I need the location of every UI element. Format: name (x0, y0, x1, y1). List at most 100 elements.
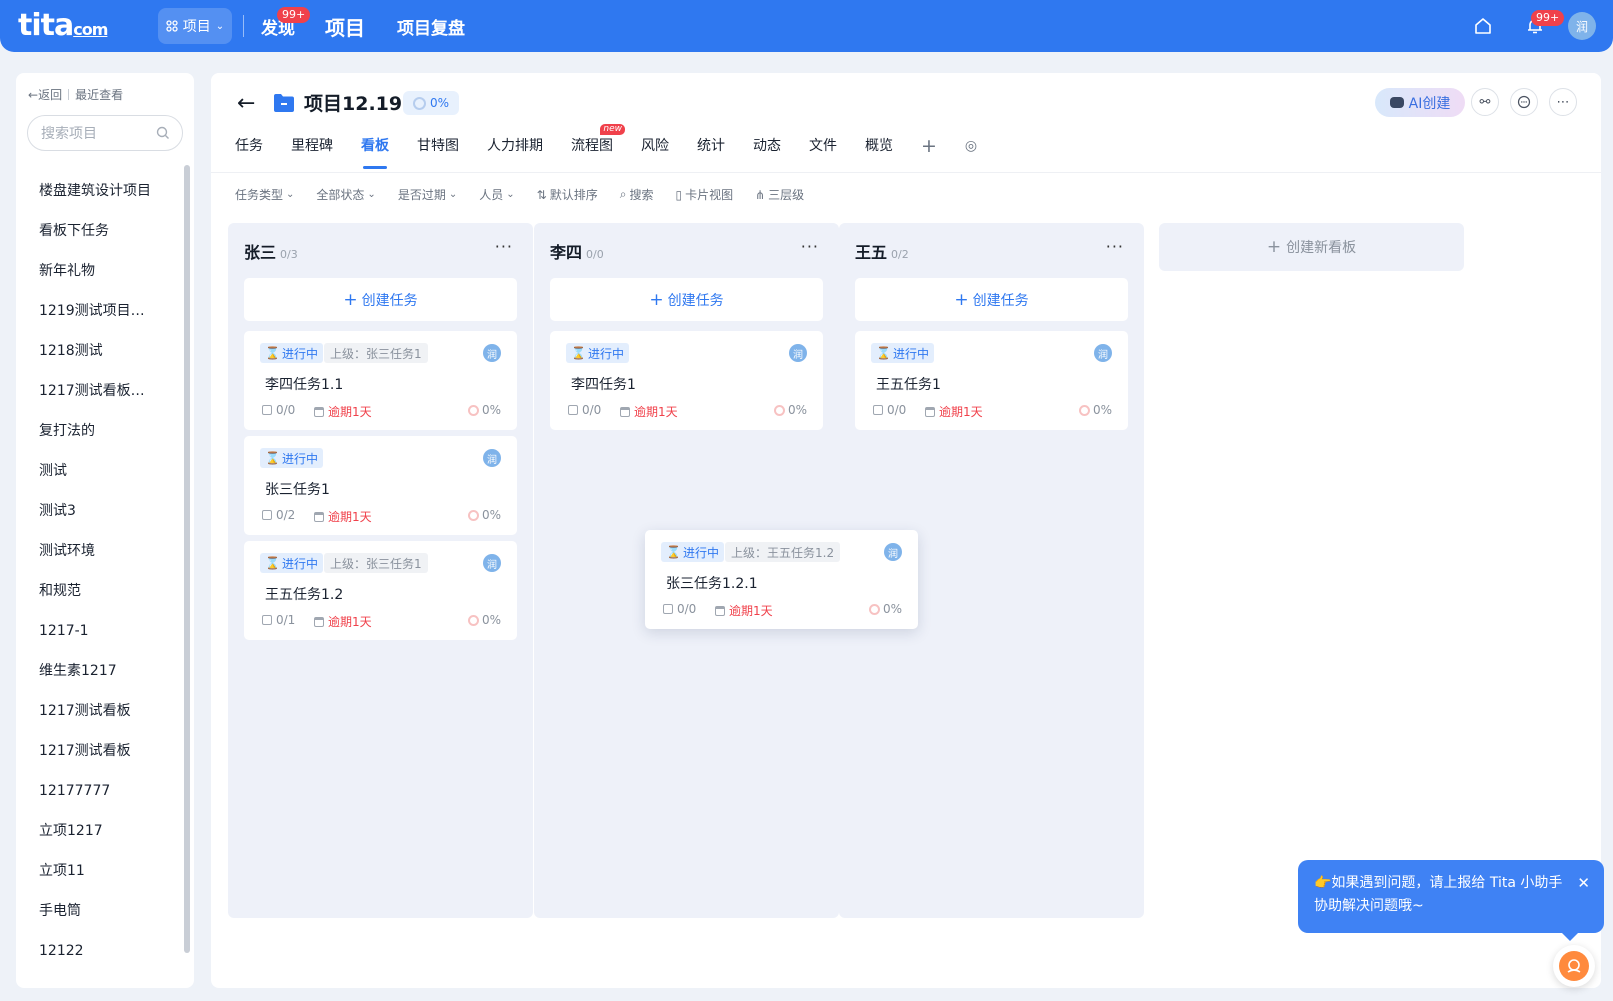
task-title[interactable]: 李四任务1 (571, 374, 636, 394)
search-placeholder: 搜索项目 (41, 126, 97, 142)
status-badge[interactable]: ⌛ 进行中 (661, 542, 724, 562)
parent-task-tag[interactable]: 上级：王五任务1.2 (725, 542, 841, 562)
home-icon[interactable] (1471, 14, 1495, 38)
sidebar-project-item[interactable]: 立项1217 (39, 811, 157, 851)
ai-create-button[interactable]: AI创建 (1375, 88, 1465, 117)
tab-7[interactable]: 统计 (697, 131, 725, 161)
tab-8[interactable]: 动态 (753, 131, 781, 161)
filter-7[interactable]: ⋔ 三层级 (755, 186, 804, 203)
tab-10[interactable]: 概览 (865, 131, 893, 161)
parent-task-tag[interactable]: 上级：张三任务1 (324, 343, 428, 363)
status-badge[interactable]: ⌛ 进行中 (566, 343, 629, 363)
sidebar-project-item[interactable]: 1219测试项目下任务 (39, 291, 157, 331)
due-status: 逾期1天 (314, 508, 372, 525)
filter-1[interactable]: 全部状态 ⌄ (316, 186, 375, 203)
assignee-avatar[interactable]: 润 (1094, 344, 1112, 362)
tab-1[interactable]: 里程碑 (291, 131, 333, 161)
task-title[interactable]: 李四任务1.1 (265, 374, 343, 394)
filter-4[interactable]: ⇅ 默认排序 (537, 186, 598, 203)
sidebar-project-item[interactable]: 12122 (39, 931, 157, 971)
comment-icon[interactable] (1510, 88, 1538, 116)
tab-2[interactable]: 看板 (361, 131, 389, 169)
create-task-button[interactable]: + 创建任务 (855, 278, 1128, 321)
sidebar-project-item[interactable]: 立项11 (39, 851, 157, 891)
more-icon[interactable]: ··· (495, 237, 513, 256)
back-arrow-icon[interactable]: ← (237, 91, 255, 116)
sidebar-project-item[interactable]: 和规范 (39, 571, 157, 611)
parent-task-tag[interactable]: 上级：张三任务1 (324, 553, 428, 573)
task-card[interactable]: ⌛ 进行中 上级：张三任务1 润李四任务1.1 0/0 逾期1天 0% (244, 331, 517, 430)
checkbox-icon (568, 405, 578, 415)
task-title[interactable]: 张三任务1 (265, 479, 330, 499)
task-card[interactable]: ⌛ 进行中 润张三任务1 0/2 逾期1天 0% (244, 436, 517, 535)
project-switcher[interactable]: 项目 ⌄ (158, 8, 232, 44)
add-tab-icon[interactable]: + (921, 131, 937, 161)
tita-logo[interactable]: titacom (18, 8, 108, 43)
sidebar-project-item[interactable]: 1217-1 (39, 611, 157, 651)
status-badge[interactable]: ⌛ 进行中 (871, 343, 934, 363)
link-icon[interactable]: ⚯ (1471, 88, 1499, 116)
sidebar-project-item[interactable]: 1218测试 (39, 331, 157, 371)
create-task-button[interactable]: + 创建任务 (550, 278, 823, 321)
sidebar-project-item[interactable]: 新年礼物 (39, 251, 157, 291)
sidebar-project-item[interactable]: 楼盘建筑设计项目 (39, 171, 157, 211)
recent-viewed-link[interactable]: 最近查看 (75, 86, 123, 103)
sidebar-project-item[interactable]: 1217测试看板 (39, 691, 157, 731)
tab-5[interactable]: 流程图 new (571, 124, 625, 161)
bell-icon[interactable]: 99+ (1523, 10, 1565, 38)
sidebar-project-item[interactable]: 测试 (39, 451, 157, 491)
sidebar-project-item[interactable]: 12177777 (39, 771, 157, 811)
task-card[interactable]: ⌛ 进行中 润李四任务1 0/0 逾期1天 0% (550, 331, 823, 430)
close-icon[interactable]: ✕ (1577, 872, 1590, 895)
nav-discover[interactable]: 发现 99+ (261, 0, 311, 52)
status-badge[interactable]: ⌛ 进行中 (260, 553, 323, 573)
task-title[interactable]: 王五任务1.2 (265, 584, 343, 604)
tab-settings-icon[interactable]: ◎ (965, 131, 977, 161)
filter-5[interactable]: ⌕ 搜索 (620, 186, 654, 203)
project-progress[interactable]: 0% (403, 91, 459, 115)
create-task-button[interactable]: + 创建任务 (244, 278, 517, 321)
filter-0[interactable]: 任务类型 ⌄ (235, 186, 294, 203)
sidebar-project-item[interactable]: 复打法的 (39, 411, 157, 451)
sidebar-project-item[interactable]: 看板下任务 (39, 211, 157, 251)
user-avatar[interactable]: 润 (1568, 12, 1596, 40)
assignee-avatar[interactable]: 润 (483, 449, 501, 467)
filter-6[interactable]: ▯ 卡片视图 (675, 186, 733, 203)
dragging-task-card[interactable]: ⌛ 进行中 上级：王五任务1.2 润张三任务1.2.1 0/0 逾期1天 0% (645, 530, 918, 629)
sidebar-project-item[interactable]: 测试3 (39, 491, 157, 531)
filter-3[interactable]: 人员 ⌄ (479, 186, 514, 203)
tab-4[interactable]: 人力排期 (487, 131, 543, 161)
assistant-button[interactable] (1553, 945, 1595, 987)
task-title[interactable]: 王五任务1 (876, 374, 941, 394)
task-card[interactable]: ⌛ 进行中 上级：张三任务1 润王五任务1.2 0/1 逾期1天 0% (244, 541, 517, 640)
more-icon[interactable]: ⋯ (1549, 88, 1577, 116)
task-card[interactable]: ⌛ 进行中 润王五任务1 0/0 逾期1天 0% (855, 331, 1128, 430)
assignee-avatar[interactable]: 润 (483, 554, 501, 572)
sidebar-project-item[interactable]: 1217测试看板 (39, 731, 157, 771)
tab-9[interactable]: 文件 (809, 131, 837, 161)
status-badge[interactable]: ⌛ 进行中 (260, 448, 323, 468)
assignee-avatar[interactable]: 润 (884, 543, 902, 561)
sidebar-project-item[interactable]: 维生素1217 (39, 651, 157, 691)
assignee-avatar[interactable]: 润 (789, 344, 807, 362)
task-title[interactable]: 张三任务1.2.1 (666, 573, 758, 593)
sidebar-project-item[interactable]: 手电筒 (39, 891, 157, 931)
nav-project[interactable]: 项目 (325, 0, 365, 52)
more-icon[interactable]: ··· (1106, 237, 1124, 256)
calendar-icon (715, 605, 725, 616)
tab-6[interactable]: 风险 (641, 131, 669, 161)
sidebar-project-item[interactable]: 测试环境 (39, 531, 157, 571)
sidebar-scrollbar[interactable] (184, 165, 190, 953)
back-link[interactable]: ←返回 (28, 86, 62, 103)
column-count: 0/3 (280, 248, 298, 261)
assignee-avatar[interactable]: 润 (483, 344, 501, 362)
filter-2[interactable]: 是否过期 ⌄ (398, 186, 457, 203)
project-search-input[interactable]: 搜索项目 (27, 115, 183, 151)
nav-project-review[interactable]: 项目复盘 (397, 0, 465, 52)
sidebar-project-item[interactable]: 1217测试看板下任务 (39, 371, 157, 411)
status-badge[interactable]: ⌛ 进行中 (260, 343, 323, 363)
more-icon[interactable]: ··· (801, 237, 819, 256)
tab-0[interactable]: 任务 (235, 131, 263, 161)
create-board-button[interactable]: + 创建新看板 (1159, 223, 1464, 271)
tab-3[interactable]: 甘特图 (417, 131, 459, 161)
